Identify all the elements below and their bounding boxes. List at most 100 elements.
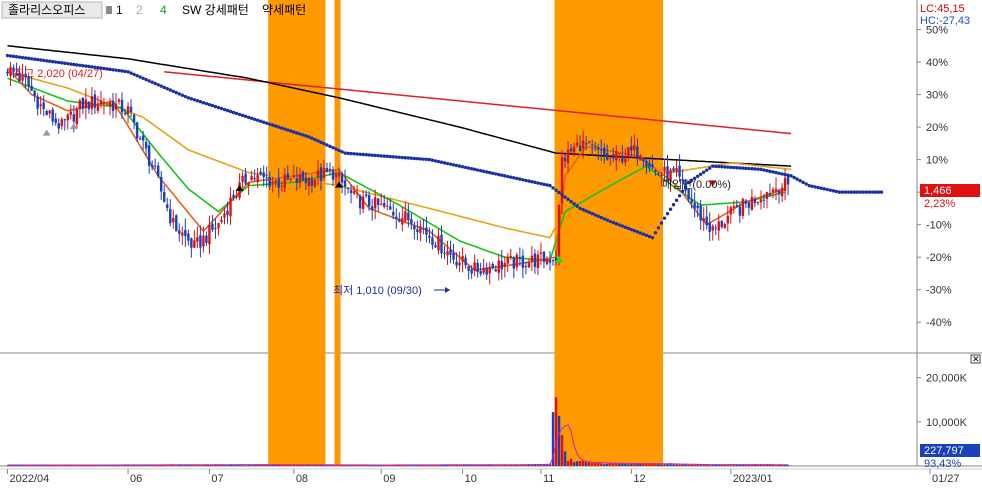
dot-marker (81, 63, 85, 68)
dot-marker (524, 178, 528, 183)
candle-body (428, 236, 431, 238)
dot-marker (497, 172, 501, 177)
dot-marker (5, 53, 10, 58)
dot-marker (397, 155, 401, 159)
candle-body (636, 146, 639, 158)
dot-marker (801, 180, 805, 185)
candle-body (283, 174, 286, 189)
hc-readout: HC:-27,43 (920, 15, 970, 27)
legend-item-2[interactable]: 2 (136, 3, 143, 17)
dot-marker (355, 152, 359, 156)
dot-marker (54, 60, 58, 64)
candle-body (66, 114, 69, 121)
legend-item-weak-pattern[interactable]: 약세패턴 (262, 2, 306, 17)
dot-marker (255, 118, 260, 122)
dot-marker (403, 156, 408, 160)
dot-marker (611, 220, 615, 225)
volume-bar (144, 465, 148, 466)
candle-body (280, 185, 283, 187)
dot-marker (379, 154, 383, 158)
dot-marker (132, 72, 136, 77)
dot-marker (192, 98, 197, 102)
dot-marker (542, 182, 546, 187)
candle-body (102, 103, 106, 105)
dot-marker (593, 213, 597, 217)
dot-marker (536, 181, 540, 185)
dot-marker (849, 190, 854, 194)
volume-bar (603, 464, 606, 466)
dot-marker (457, 164, 462, 168)
volume-bar (584, 462, 588, 466)
dot-marker (189, 97, 194, 101)
x-tick-label: 11 (543, 473, 554, 485)
legend-item-1[interactable]: 1 (116, 3, 123, 17)
dot-marker (325, 143, 329, 147)
dot-marker (237, 112, 242, 117)
dot-marker (460, 165, 465, 169)
candle-body (392, 211, 395, 216)
dot-marker (771, 170, 775, 174)
candle-body (410, 219, 413, 224)
candle-body (196, 237, 199, 242)
dot-marker (340, 150, 344, 154)
candle-body (220, 219, 223, 222)
dot-marker (78, 63, 82, 67)
dot-marker (319, 140, 323, 144)
candle-body (175, 215, 178, 232)
dot-marker (349, 151, 353, 156)
candle-body (563, 157, 567, 162)
volume-bar (651, 463, 654, 466)
dot-marker (617, 223, 622, 227)
dot-marker (584, 209, 588, 213)
dot-marker (653, 231, 658, 235)
dot-marker (864, 190, 869, 194)
candle-body (111, 100, 115, 111)
dot-marker (283, 127, 287, 131)
candle-body (370, 206, 374, 211)
x-tick-label: 01/27 (932, 473, 960, 485)
volume-tick-label: 20,000K (926, 373, 968, 385)
candle-body (72, 114, 76, 122)
dot-marker (822, 187, 826, 191)
volume-bar (642, 464, 645, 466)
dot-marker (548, 183, 552, 188)
dot-marker (292, 130, 296, 134)
candle-body (461, 255, 464, 262)
dot-marker (436, 159, 441, 164)
low-annotation: 최저 1,010 (09/30) (333, 284, 422, 297)
dot-marker (361, 152, 365, 157)
dot-marker (433, 159, 438, 163)
x-tick-label: 10 (465, 473, 477, 485)
candle-body (93, 94, 97, 108)
legend-item-4[interactable]: 4 (160, 3, 167, 17)
x-tick-label: 2022/04 (10, 473, 50, 485)
dot-marker (41, 58, 46, 63)
dot-marker (819, 186, 823, 190)
current-volume-pct: 93,43% (924, 458, 962, 470)
candle-body (708, 222, 711, 232)
volume-bar (735, 464, 739, 466)
candle-body (762, 199, 766, 201)
volume-bar (678, 464, 681, 466)
candle-body (509, 256, 513, 258)
candle-body (569, 148, 573, 152)
legend-item-strong-pattern[interactable]: SW 강세패턴 (182, 3, 249, 17)
dot-marker (313, 137, 317, 142)
candle-body (464, 257, 467, 266)
dot-marker (518, 177, 522, 181)
dot-marker (258, 119, 263, 123)
dot-marker (463, 165, 468, 170)
volume-bar (175, 465, 178, 466)
dot-marker (677, 194, 682, 198)
dot-marker (243, 114, 248, 119)
dot-marker (367, 153, 371, 157)
candle-body (467, 266, 470, 271)
volume-bar (238, 465, 241, 466)
dot-marker (57, 60, 61, 65)
dot-marker (195, 99, 200, 103)
current-price: 1,466 (924, 185, 952, 197)
dot-marker (485, 170, 489, 174)
dot-marker (156, 83, 160, 87)
candle-body (184, 229, 187, 237)
dot-marker (295, 131, 299, 135)
